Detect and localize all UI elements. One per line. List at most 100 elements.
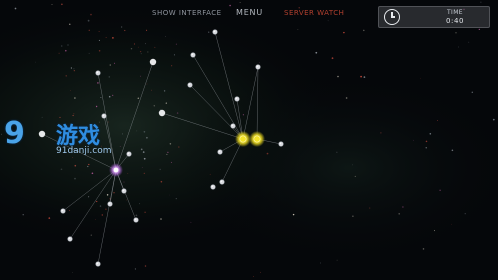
network-node[interactable] xyxy=(278,141,284,147)
network-node[interactable] xyxy=(95,70,101,76)
background-star xyxy=(90,234,92,236)
background-star xyxy=(137,46,139,48)
background-star xyxy=(242,114,244,116)
timer-label: TIME xyxy=(446,9,463,16)
background-star xyxy=(112,37,114,39)
network-node[interactable] xyxy=(95,261,101,267)
background-star xyxy=(208,31,210,33)
background-star xyxy=(464,213,466,215)
network-node[interactable] xyxy=(121,188,127,194)
node-highlight xyxy=(122,189,125,192)
background-star xyxy=(260,271,261,273)
background-star xyxy=(420,77,421,79)
network-node[interactable] xyxy=(67,236,73,242)
background-star xyxy=(94,219,96,221)
network-node[interactable] xyxy=(101,113,107,119)
network-node[interactable] xyxy=(158,109,166,117)
background-star xyxy=(360,75,362,78)
background-star xyxy=(471,91,474,94)
server-watch-button[interactable]: SERVER WATCH xyxy=(284,9,344,17)
background-star xyxy=(165,102,167,104)
background-star xyxy=(108,76,111,78)
background-star xyxy=(154,46,156,48)
background-star xyxy=(51,4,53,5)
network-node[interactable] xyxy=(38,130,46,138)
background-star xyxy=(176,112,179,114)
background-star xyxy=(124,29,126,32)
background-star xyxy=(175,198,177,200)
background-star xyxy=(113,62,116,64)
background-star xyxy=(160,180,163,183)
background-star xyxy=(455,32,457,34)
network-node[interactable] xyxy=(107,201,113,207)
network-node[interactable] xyxy=(133,217,139,223)
selected-node[interactable] xyxy=(253,135,261,143)
network-node[interactable] xyxy=(230,123,236,129)
network-node[interactable] xyxy=(212,29,218,35)
background-star xyxy=(122,133,124,135)
background-star xyxy=(170,161,172,163)
background-star xyxy=(121,26,123,28)
background-star xyxy=(363,76,366,78)
node-highlight xyxy=(211,185,214,188)
background-star xyxy=(327,20,329,22)
network-node[interactable] xyxy=(60,208,66,214)
network-node[interactable] xyxy=(190,52,196,58)
show-interface-button[interactable]: SHOW INTERFACE xyxy=(152,9,222,17)
network-node[interactable] xyxy=(126,151,132,157)
background-star xyxy=(69,209,71,212)
background-star xyxy=(88,29,90,31)
background-star xyxy=(99,205,102,207)
background-star xyxy=(136,130,138,132)
node-highlight xyxy=(231,124,234,127)
node-highlight xyxy=(96,262,99,265)
network-node[interactable] xyxy=(234,96,240,102)
background-star xyxy=(363,29,365,32)
network-node[interactable] xyxy=(210,184,216,190)
background-star xyxy=(67,44,69,46)
background-star xyxy=(167,151,169,153)
selected-node[interactable] xyxy=(239,135,247,143)
background-star xyxy=(178,146,180,148)
node-highlight xyxy=(102,114,105,117)
background-star xyxy=(87,19,90,22)
background-star xyxy=(98,39,100,41)
background-star xyxy=(113,192,115,194)
node-highlight xyxy=(127,152,130,155)
background-star xyxy=(144,211,146,213)
background-star xyxy=(35,61,36,63)
menu-button[interactable]: MENU xyxy=(236,8,263,17)
network-node[interactable] xyxy=(219,179,225,185)
network-node[interactable] xyxy=(217,149,223,155)
background-star xyxy=(74,97,76,99)
background-star xyxy=(108,95,111,98)
background-star xyxy=(413,139,414,141)
background-star xyxy=(126,199,127,201)
background-star xyxy=(130,47,133,50)
background-star xyxy=(458,46,459,48)
background-star xyxy=(96,200,98,203)
background-star xyxy=(165,36,167,37)
background-star xyxy=(229,4,231,7)
background-star xyxy=(171,65,173,67)
background-star xyxy=(100,97,102,99)
background-star xyxy=(146,29,148,31)
network-node[interactable] xyxy=(187,82,193,88)
background-star xyxy=(73,113,75,115)
background-star xyxy=(159,168,161,171)
background-star xyxy=(73,70,75,72)
network-node[interactable] xyxy=(255,64,261,70)
background-star xyxy=(146,136,148,139)
background-star xyxy=(91,172,94,175)
background-star xyxy=(143,131,146,133)
background-star xyxy=(398,213,400,215)
background-star xyxy=(169,143,172,145)
hub-node[interactable] xyxy=(113,167,119,173)
background-star xyxy=(97,82,99,84)
background-star xyxy=(209,173,211,175)
network-node[interactable] xyxy=(149,58,157,66)
background-star xyxy=(173,54,175,56)
background-star xyxy=(134,268,136,270)
watermark-number: 9 xyxy=(4,116,25,151)
background-star xyxy=(135,214,138,217)
